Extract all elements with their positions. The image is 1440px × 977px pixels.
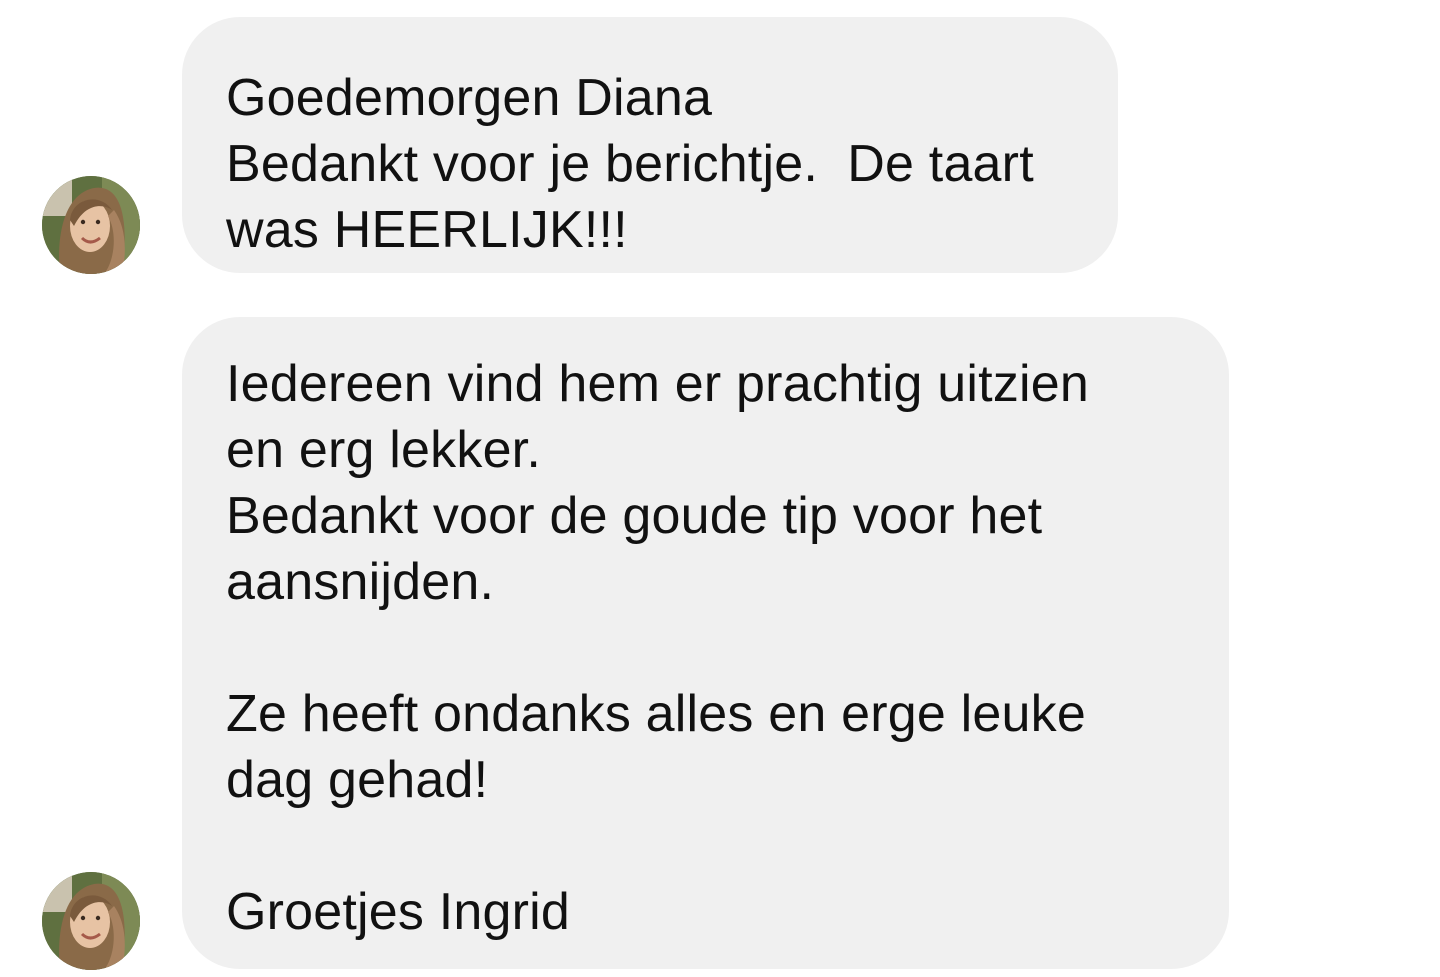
profile-photo-icon: [42, 176, 140, 274]
message-text-line: Bedankt voor de goude tip voor het: [226, 487, 1043, 545]
message-text-line: Ze heeft ondanks alles en erge leuke: [226, 685, 1086, 743]
chat-conversation: Goedemorgen Diana Bedankt voor je berich…: [0, 0, 1440, 977]
sender-avatar[interactable]: [42, 872, 140, 970]
profile-photo-icon: [42, 872, 140, 970]
message-text-line: aansnijden.: [226, 553, 495, 611]
message-text-line: was HEERLIJK!!!: [226, 201, 628, 259]
message-text-line: Bedankt voor je berichtje. De taart: [226, 135, 1034, 193]
message-text-line: Goedemorgen Diana: [226, 69, 713, 127]
message-text-line: en erg lekker.: [226, 421, 541, 479]
message-text-line: dag gehad!: [226, 751, 489, 809]
message-bubble[interactable]: Goedemorgen Diana Bedankt voor je berich…: [182, 17, 1118, 273]
sender-avatar[interactable]: [42, 176, 140, 274]
message-bubble[interactable]: Iedereen vind hem er prachtig uitzien en…: [182, 317, 1229, 969]
message-signature: Groetjes Ingrid: [226, 883, 571, 941]
message-text-line: Iedereen vind hem er prachtig uitzien: [226, 355, 1090, 413]
